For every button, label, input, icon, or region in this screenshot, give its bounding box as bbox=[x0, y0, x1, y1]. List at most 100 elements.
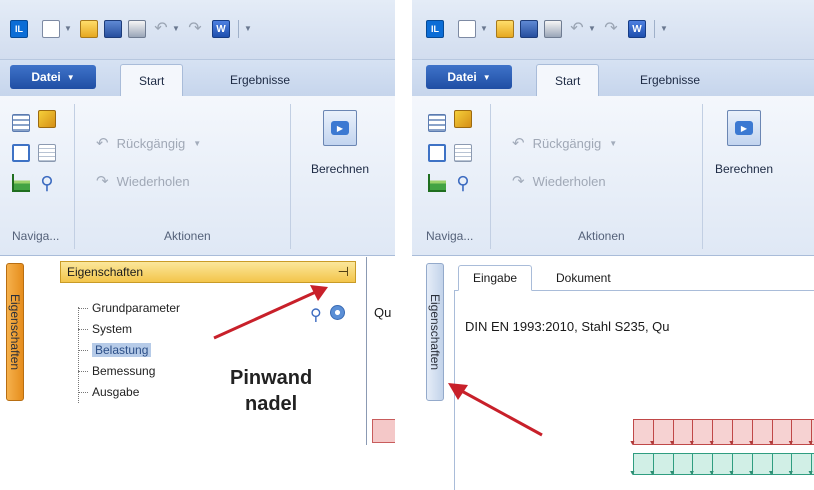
tree-item-system[interactable]: System bbox=[78, 320, 180, 341]
tab-file[interactable]: Datei ▼ bbox=[426, 65, 512, 89]
tree-item-ausgabe[interactable]: Ausgabe bbox=[78, 383, 180, 404]
table-icon[interactable] bbox=[428, 114, 446, 132]
calculate-button[interactable]: ▶ Berechnen bbox=[704, 108, 784, 218]
tree-item-bemessung[interactable]: Bemessung bbox=[78, 362, 180, 383]
table-icon[interactable] bbox=[12, 114, 30, 132]
chevron-down-icon: ▼ bbox=[609, 138, 618, 148]
customize-toolbar-icon[interactable]: ▼ bbox=[660, 24, 668, 34]
chevron-down-icon[interactable]: ▼ bbox=[64, 24, 72, 34]
properties-vertical-tab-label: Eigenschaften bbox=[8, 293, 22, 371]
load-diagram-red bbox=[629, 419, 814, 447]
chevron-down-icon[interactable]: ▼ bbox=[588, 24, 596, 34]
redo-icon[interactable]: ↷ bbox=[602, 20, 620, 38]
load-diagram-stub bbox=[372, 419, 395, 443]
quick-access-toolbar: IL ▼ ↶ ▼ ↷ W ▼ bbox=[0, 0, 395, 60]
search-icon[interactable]: ⚲ bbox=[38, 174, 56, 192]
redo-button[interactable]: ↷ Wiederholen bbox=[512, 172, 606, 190]
group-label-actions: Aktionen bbox=[164, 229, 211, 243]
list-icon[interactable] bbox=[38, 144, 56, 162]
annotation-label: Pinwand nadel bbox=[230, 365, 312, 417]
undo-icon[interactable]: ↶ bbox=[152, 20, 170, 38]
play-icon: ▶ bbox=[331, 121, 349, 135]
pin-icon[interactable]: ⊣ bbox=[338, 264, 349, 280]
window-icon[interactable] bbox=[12, 144, 30, 162]
panel-divider bbox=[366, 257, 367, 445]
properties-vertical-tab-label: Eigenschaften bbox=[428, 293, 442, 371]
tab-document[interactable]: Dokument bbox=[542, 265, 625, 291]
ribbon-tab-strip: Datei ▼ Start Ergebnisse bbox=[412, 60, 814, 96]
left-screenshot: IL ▼ ↶ ▼ ↷ W ▼ Datei ▼ Start Ergebnisse … bbox=[0, 0, 395, 445]
search-icon[interactable]: ⚲ bbox=[310, 305, 322, 325]
undo-label: Rückgängig bbox=[532, 135, 602, 151]
list-icon[interactable] bbox=[454, 144, 472, 162]
tab-input[interactable]: Eingabe bbox=[458, 265, 533, 291]
app-icon-label: IL bbox=[15, 24, 23, 34]
chevron-down-icon: ▼ bbox=[193, 138, 202, 148]
tree-item-label: System bbox=[92, 322, 133, 336]
document-text-truncated: Qu bbox=[374, 305, 392, 320]
redo-button[interactable]: ↷ Wiederholen bbox=[96, 172, 190, 190]
settings-icon[interactable] bbox=[330, 305, 345, 320]
tree-item-label: Grundparameter bbox=[92, 301, 181, 315]
properties-panel-header: Eigenschaften ⊣ bbox=[60, 261, 356, 283]
tab-start[interactable]: Start bbox=[536, 64, 600, 96]
customize-toolbar-icon[interactable]: ▼ bbox=[244, 24, 252, 34]
print-icon[interactable] bbox=[544, 20, 562, 38]
chart-icon[interactable] bbox=[428, 174, 446, 192]
chart-icon[interactable] bbox=[12, 174, 30, 192]
tab-file-label: Datei bbox=[31, 70, 61, 84]
group-separator bbox=[74, 104, 75, 249]
chevron-down-icon: ▼ bbox=[66, 72, 75, 82]
chevron-down-icon[interactable]: ▼ bbox=[172, 24, 180, 34]
word-export-icon[interactable]: W bbox=[212, 20, 230, 38]
navigator-area: Eigenschaften Eigenschaften ⊣ Grundparam… bbox=[0, 257, 395, 445]
print-icon[interactable] bbox=[128, 20, 146, 38]
chevron-down-icon[interactable]: ▼ bbox=[480, 24, 488, 34]
open-folder-icon[interactable] bbox=[496, 20, 514, 38]
properties-vertical-tab-collapsed[interactable]: Eigenschaften bbox=[426, 263, 444, 401]
document-text: DIN EN 1993:2010, Stahl S235, Qu bbox=[465, 319, 670, 334]
window-icon[interactable] bbox=[428, 144, 446, 162]
redo-icon[interactable]: ↷ bbox=[186, 20, 204, 38]
tree-item-label: Belastung bbox=[92, 343, 152, 357]
ruler-icon[interactable] bbox=[454, 110, 472, 128]
ruler-icon[interactable] bbox=[38, 110, 56, 128]
word-icon-label: W bbox=[632, 23, 642, 35]
annotation-line-2: nadel bbox=[244, 393, 298, 415]
tab-start[interactable]: Start bbox=[120, 64, 184, 96]
calculate-icon: ▶ bbox=[727, 110, 761, 146]
tree-item-grundparameter[interactable]: Grundparameter bbox=[78, 299, 180, 320]
tab-file[interactable]: Datei ▼ bbox=[10, 65, 96, 89]
word-export-icon[interactable]: W bbox=[628, 20, 646, 38]
properties-vertical-tab[interactable]: Eigenschaften bbox=[6, 263, 24, 401]
document-body: DIN EN 1993:2010, Stahl S235, Qu bbox=[454, 291, 814, 490]
app-icon[interactable]: IL bbox=[426, 20, 444, 38]
search-icon[interactable]: ⚲ bbox=[454, 174, 472, 192]
redo-label: Wiederholen bbox=[116, 173, 190, 189]
new-file-icon[interactable] bbox=[42, 20, 60, 38]
tree-item-label: Bemessung bbox=[92, 364, 156, 378]
save-icon[interactable] bbox=[520, 20, 538, 38]
calculate-button[interactable]: ▶ Berechnen bbox=[300, 108, 380, 218]
save-icon[interactable] bbox=[104, 20, 122, 38]
tree-item-belastung[interactable]: Belastung bbox=[78, 341, 180, 362]
tab-results[interactable]: Ergebnisse bbox=[622, 64, 718, 96]
tab-results[interactable]: Ergebnisse bbox=[212, 64, 308, 96]
undo-button[interactable]: ↶ Rückgängig ▼ bbox=[512, 134, 617, 152]
open-folder-icon[interactable] bbox=[80, 20, 98, 38]
calculate-icon: ▶ bbox=[323, 110, 357, 146]
group-separator bbox=[490, 104, 491, 249]
tree-item-label: Ausgabe bbox=[92, 385, 140, 399]
properties-tree: Grundparameter System Belastung Bemessun… bbox=[78, 299, 180, 404]
app-icon[interactable]: IL bbox=[10, 20, 28, 38]
new-file-icon[interactable] bbox=[458, 20, 476, 38]
group-separator bbox=[290, 104, 291, 249]
ribbon-tab-strip: Datei ▼ Start Ergebnisse bbox=[0, 60, 395, 96]
tab-file-label: Datei bbox=[447, 70, 477, 84]
document-area: Eigenschaften Eingabe Dokument DIN EN 19… bbox=[412, 257, 814, 490]
undo-button[interactable]: ↶ Rückgängig ▼ bbox=[96, 134, 201, 152]
annotation-line-1: Pinwand bbox=[230, 367, 313, 389]
document-tab-strip: Eingabe Dokument bbox=[454, 265, 814, 291]
tab-results-label: Ergebnisse bbox=[640, 73, 701, 87]
undo-icon[interactable]: ↶ bbox=[568, 20, 586, 38]
